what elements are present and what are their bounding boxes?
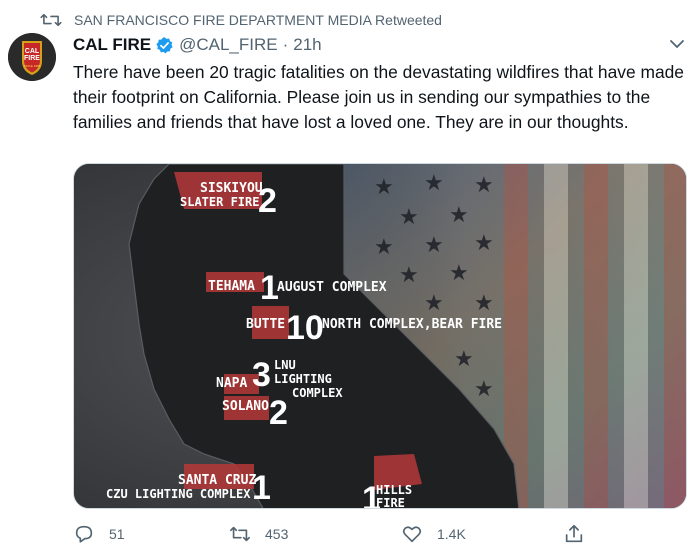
svg-text:★: ★ (474, 291, 494, 316)
map-count-siskiyou: 2 (258, 182, 277, 220)
author-handle[interactable]: @CAL_FIRE (179, 35, 278, 55)
svg-text:CAL: CAL (25, 48, 40, 55)
svg-text:★: ★ (474, 173, 494, 198)
svg-text:★: ★ (399, 205, 419, 230)
tweet-timestamp[interactable]: 21h (293, 35, 321, 55)
tweet-text: There have been 20 tragic fatalities on … (73, 62, 684, 132)
map-label-complex: COMPLEX (292, 386, 343, 400)
svg-text:★: ★ (399, 263, 419, 288)
like-count: 1.4K (437, 526, 466, 542)
map-label-north-complex: NORTH COMPLEX,BEAR FIRE (322, 317, 502, 332)
reply-button[interactable]: 51 (73, 518, 125, 550)
author-name[interactable]: CAL FIRE (73, 35, 151, 55)
retweet-button[interactable]: 453 (229, 518, 288, 550)
map-label-tehama: TEHAMA (208, 279, 255, 294)
map-label-hills: HILLS (376, 483, 412, 497)
map-label-lnu: LNU (274, 358, 296, 372)
map-label-august-complex: AUGUST COMPLEX (277, 280, 387, 295)
svg-text:SINCE 1885: SINCE 1885 (24, 64, 41, 68)
retweet-icon (230, 526, 250, 542)
map-count-butte: 10 (286, 309, 324, 347)
map-label-solano: SOLANO (222, 399, 269, 414)
retweet-icon (40, 13, 62, 27)
svg-text:★: ★ (424, 291, 444, 316)
map-label-lighting: LIGHTING (274, 372, 332, 386)
svg-text:★: ★ (454, 347, 474, 372)
map-label-butte: BUTTE (246, 317, 285, 332)
verified-badge-icon (156, 36, 173, 53)
map-label-czu-lighting-complex: CZU LIGHTING COMPLEX (106, 487, 251, 501)
share-icon (565, 524, 583, 543)
tweet-header: CAL FIRE @CAL_FIRE · 21h (73, 33, 322, 57)
svg-text:★: ★ (424, 233, 444, 258)
chevron-down-icon[interactable] (667, 36, 687, 52)
retweet-context[interactable]: SAN FRANCISCO FIRE DEPARTMENT MEDIA Retw… (40, 10, 442, 30)
svg-text:★: ★ (474, 231, 494, 256)
reply-count: 51 (109, 526, 125, 542)
california-fatalities-map: ★ ★ ★ ★ ★ ★ ★ ★ ★ ★ ★ ★ ★ ★ ★ ★ (74, 164, 686, 509)
svg-text:FIRE: FIRE (24, 55, 40, 62)
svg-text:★: ★ (424, 171, 444, 196)
like-button[interactable]: 1.4K (401, 518, 466, 550)
svg-text:★: ★ (374, 175, 394, 200)
svg-text:★: ★ (449, 261, 469, 286)
map-label-fire: FIRE (376, 496, 405, 509)
heart-icon (402, 526, 422, 543)
map-label-napa: NAPA (216, 376, 247, 391)
reply-icon (75, 525, 93, 543)
retweet-context-text: SAN FRANCISCO FIRE DEPARTMENT MEDIA Retw… (74, 12, 442, 28)
svg-text:★: ★ (474, 377, 494, 402)
map-label-siskiyou: SISKIYOU (200, 181, 263, 196)
tweet-action-bar: 51 453 1.4K (73, 518, 593, 550)
map-count-santa-cruz: 1 (252, 469, 271, 507)
cal-fire-logo-icon: CAL FIRE SINCE 1885 (8, 33, 56, 81)
map-label-santa-cruz: SANTA CRUZ (178, 473, 256, 488)
map-count-lnu: 3 (252, 356, 271, 394)
svg-text:★: ★ (374, 235, 394, 260)
share-button[interactable] (563, 518, 599, 550)
tweet-media-image[interactable]: ★ ★ ★ ★ ★ ★ ★ ★ ★ ★ ★ ★ ★ ★ ★ ★ (73, 163, 687, 509)
svg-text:★: ★ (449, 203, 469, 228)
retweet-count: 453 (265, 526, 289, 542)
avatar[interactable]: CAL FIRE SINCE 1885 (8, 33, 56, 81)
map-label-slater-fire: SLATER FIRE (180, 195, 259, 209)
header-separator: · (282, 35, 289, 54)
map-count-solano: 2 (269, 394, 288, 432)
